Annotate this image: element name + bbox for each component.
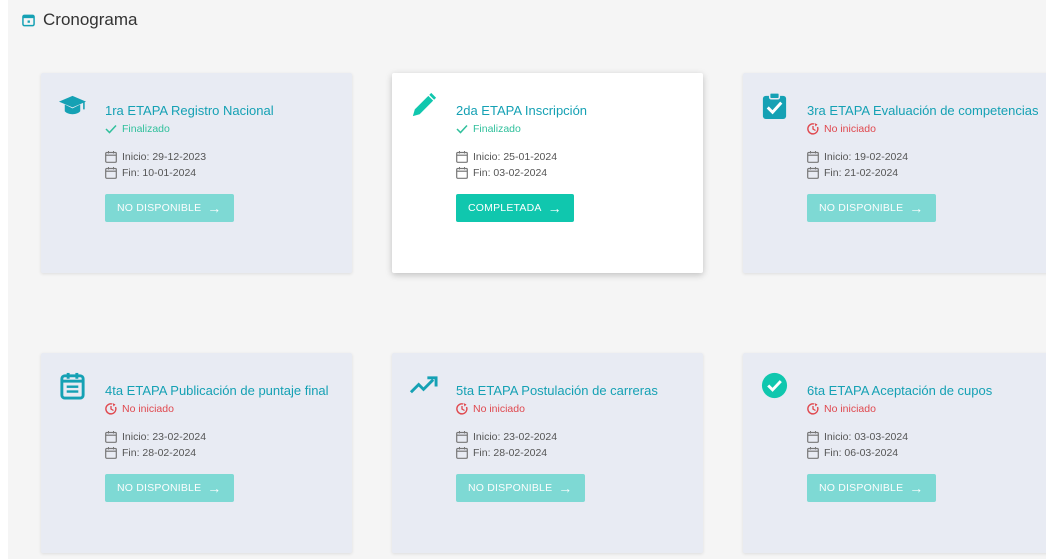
stage-title: 1ra ETAPA Registro Nacional (105, 103, 274, 118)
stage-card-1: 1ra ETAPA Registro Nacional Finalizado I… (41, 73, 352, 273)
arrow-right-icon: → (909, 480, 924, 496)
end-date: Fin: 28-02-2024 (105, 445, 338, 461)
clock-icon (105, 403, 117, 415)
stage-button[interactable]: COMPLETADA → (456, 194, 574, 222)
start-date: Inicio: 03-03-2024 (807, 429, 1040, 445)
calendar-small-icon (456, 431, 468, 443)
page-header: Cronograma (22, 10, 138, 30)
start-date-text: Inicio: 03-03-2024 (824, 431, 909, 443)
check-icon (105, 124, 117, 134)
status-text: No iniciado (824, 123, 876, 135)
stage-title: 6ta ETAPA Aceptación de cupos (807, 383, 993, 398)
stage-card-3: 3ra ETAPA Evaluación de competencias No … (743, 73, 1046, 273)
start-date-text: Inicio: 23-02-2024 (473, 431, 558, 443)
end-date: Fin: 21-02-2024 (807, 165, 1040, 181)
calendar-small-icon (105, 447, 117, 459)
pencil-icon (412, 92, 437, 117)
status-text: Finalizado (473, 123, 521, 135)
clipboard-check-icon (762, 92, 787, 120)
arrow-right-icon: → (207, 200, 222, 216)
end-date: Fin: 10-01-2024 (105, 165, 338, 181)
status-badge: No iniciado (807, 123, 1040, 135)
end-date: Fin: 06-03-2024 (807, 445, 1040, 461)
status-badge: Finalizado (105, 123, 338, 135)
button-label: NO DISPONIBLE (117, 482, 202, 494)
arrow-right-icon: → (547, 200, 562, 216)
end-date: Fin: 28-02-2024 (456, 445, 689, 461)
start-date: Inicio: 25-01-2024 (456, 149, 689, 165)
start-date: Inicio: 23-02-2024 (456, 429, 689, 445)
end-date-text: Fin: 10-01-2024 (122, 167, 197, 179)
calendar-small-icon (105, 151, 117, 163)
status-badge: No iniciado (807, 403, 1040, 415)
stage-button[interactable]: NO DISPONIBLE → (105, 474, 234, 502)
end-date: Fin: 03-02-2024 (456, 165, 689, 181)
calendar-small-icon (105, 431, 117, 443)
graduation-cap-icon (58, 95, 87, 115)
stage-card-5: 5ta ETAPA Postulación de carreras No ini… (392, 353, 703, 553)
button-label: NO DISPONIBLE (819, 202, 904, 214)
stage-card-2: 2da ETAPA Inscripción Finalizado Inicio:… (392, 73, 703, 273)
status-badge: No iniciado (456, 403, 689, 415)
start-date: Inicio: 29-12-2023 (105, 149, 338, 165)
status-badge: No iniciado (105, 403, 338, 415)
status-badge: Finalizado (456, 123, 689, 135)
calendar-small-icon (807, 447, 819, 459)
calendar-small-icon (807, 167, 819, 179)
end-date-text: Fin: 06-03-2024 (824, 447, 899, 459)
clock-icon (456, 403, 468, 415)
start-date: Inicio: 23-02-2024 (105, 429, 338, 445)
stage-title: 5ta ETAPA Postulación de carreras (456, 383, 658, 398)
stage-title: 2da ETAPA Inscripción (456, 103, 588, 118)
button-label: NO DISPONIBLE (819, 482, 904, 494)
status-text: No iniciado (122, 403, 174, 415)
calendar-small-icon (807, 151, 819, 163)
stage-button[interactable]: NO DISPONIBLE → (105, 194, 234, 222)
stage-button[interactable]: NO DISPONIBLE → (807, 194, 936, 222)
arrow-right-icon: → (207, 480, 222, 496)
stage-card-4: 4ta ETAPA Publicación de puntaje final N… (41, 353, 352, 553)
start-date: Inicio: 19-02-2024 (807, 149, 1040, 165)
calendar-small-icon (807, 431, 819, 443)
trending-up-icon (409, 376, 438, 394)
start-date-text: Inicio: 19-02-2024 (824, 151, 909, 163)
calendar-small-icon (456, 167, 468, 179)
button-label: NO DISPONIBLE (117, 202, 202, 214)
button-label: NO DISPONIBLE (468, 482, 553, 494)
calendar-icon (22, 14, 35, 27)
end-date-text: Fin: 03-02-2024 (473, 167, 548, 179)
schedule-page: Cronograma 1ra ETAPA Registro Nacional F… (8, 0, 1046, 559)
list-calendar-icon (60, 372, 85, 400)
end-date-text: Fin: 28-02-2024 (473, 447, 548, 459)
stage-button[interactable]: NO DISPONIBLE → (456, 474, 585, 502)
arrow-right-icon: → (558, 480, 573, 496)
arrow-right-icon: → (909, 200, 924, 216)
clock-icon (807, 123, 819, 135)
calendar-small-icon (105, 167, 117, 179)
clock-icon (807, 403, 819, 415)
button-label: COMPLETADA (468, 202, 542, 214)
calendar-small-icon (456, 447, 468, 459)
stage-button[interactable]: NO DISPONIBLE → (807, 474, 936, 502)
start-date-text: Inicio: 29-12-2023 (122, 151, 207, 163)
end-date-text: Fin: 21-02-2024 (824, 167, 899, 179)
status-text: No iniciado (824, 403, 876, 415)
stage-title: 3ra ETAPA Evaluación de competencias (807, 103, 1039, 118)
page-title: Cronograma (43, 10, 138, 29)
check-icon (456, 124, 468, 134)
start-date-text: Inicio: 23-02-2024 (122, 431, 207, 443)
end-date-text: Fin: 28-02-2024 (122, 447, 197, 459)
status-text: Finalizado (122, 123, 170, 135)
status-text: No iniciado (473, 403, 525, 415)
start-date-text: Inicio: 25-01-2024 (473, 151, 558, 163)
check-circle-icon (761, 372, 788, 399)
stage-card-6: 6ta ETAPA Aceptación de cupos No iniciad… (743, 353, 1046, 553)
calendar-small-icon (456, 151, 468, 163)
stage-title: 4ta ETAPA Publicación de puntaje final (105, 383, 329, 398)
